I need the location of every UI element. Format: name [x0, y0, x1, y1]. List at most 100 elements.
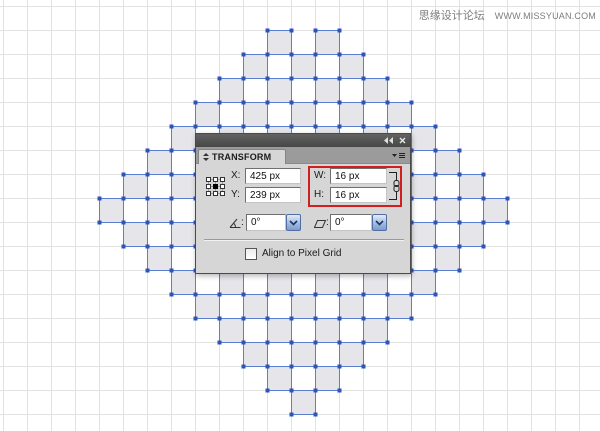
anchor-point[interactable]: [313, 28, 318, 33]
anchor-point[interactable]: [433, 268, 438, 273]
anchor-point[interactable]: [337, 52, 342, 57]
anchor-point[interactable]: [337, 124, 342, 129]
anchor-point[interactable]: [289, 292, 294, 297]
pattern-square[interactable]: [291, 294, 316, 319]
pattern-square[interactable]: [459, 174, 484, 199]
pattern-square[interactable]: [291, 102, 316, 127]
anchor-point[interactable]: [265, 52, 270, 57]
anchor-point[interactable]: [289, 364, 294, 369]
anchor-point[interactable]: [169, 124, 174, 129]
anchor-point[interactable]: [361, 100, 366, 105]
pattern-square[interactable]: [267, 366, 292, 391]
pattern-square[interactable]: [315, 366, 340, 391]
pattern-square[interactable]: [291, 390, 316, 415]
anchor-point[interactable]: [337, 364, 342, 369]
show-options-icon[interactable]: [203, 153, 209, 161]
anchor-point[interactable]: [121, 244, 126, 249]
pattern-square[interactable]: [243, 102, 268, 127]
anchor-point[interactable]: [433, 172, 438, 177]
anchor-point[interactable]: [433, 220, 438, 225]
pattern-square[interactable]: [315, 270, 340, 295]
anchor-point[interactable]: [385, 124, 390, 129]
pattern-square[interactable]: [435, 198, 460, 223]
pattern-square[interactable]: [315, 30, 340, 55]
anchor-point[interactable]: [337, 28, 342, 33]
rotate-dropdown-button[interactable]: [286, 214, 301, 231]
anchor-point[interactable]: [361, 52, 366, 57]
anchor-point[interactable]: [313, 76, 318, 81]
anchor-point[interactable]: [481, 172, 486, 177]
pattern-square[interactable]: [459, 222, 484, 247]
pattern-square[interactable]: [267, 270, 292, 295]
anchor-point[interactable]: [361, 364, 366, 369]
anchor-point[interactable]: [289, 124, 294, 129]
anchor-point[interactable]: [121, 196, 126, 201]
align-to-pixel-grid-checkbox[interactable]: [245, 248, 257, 260]
anchor-point[interactable]: [457, 148, 462, 153]
anchor-point[interactable]: [145, 148, 150, 153]
anchor-point[interactable]: [193, 316, 198, 321]
anchor-point[interactable]: [217, 340, 222, 345]
anchor-point[interactable]: [337, 292, 342, 297]
anchor-point[interactable]: [409, 100, 414, 105]
anchor-point[interactable]: [289, 316, 294, 321]
anchor-point[interactable]: [313, 388, 318, 393]
anchor-point[interactable]: [241, 316, 246, 321]
pattern-square[interactable]: [315, 78, 340, 103]
anchor-point[interactable]: [457, 268, 462, 273]
pattern-square[interactable]: [435, 246, 460, 271]
pattern-square[interactable]: [339, 342, 364, 367]
pattern-square[interactable]: [219, 318, 244, 343]
anchor-point[interactable]: [385, 100, 390, 105]
anchor-point[interactable]: [433, 244, 438, 249]
artboard-canvas[interactable]: 思缘设计论坛 WWW.MISSYUAN.COM TRANSFORM X: 425…: [0, 0, 600, 431]
pattern-square[interactable]: [171, 126, 196, 151]
anchor-point[interactable]: [193, 124, 198, 129]
anchor-point[interactable]: [265, 340, 270, 345]
anchor-point[interactable]: [169, 148, 174, 153]
anchor-point[interactable]: [433, 196, 438, 201]
anchor-point[interactable]: [241, 100, 246, 105]
x-position-field[interactable]: [245, 168, 301, 184]
anchor-point[interactable]: [313, 316, 318, 321]
anchor-point[interactable]: [289, 28, 294, 33]
anchor-point[interactable]: [337, 76, 342, 81]
pattern-square[interactable]: [291, 342, 316, 367]
anchor-point[interactable]: [217, 124, 222, 129]
anchor-point[interactable]: [337, 100, 342, 105]
pattern-square[interactable]: [483, 198, 508, 223]
anchor-point[interactable]: [121, 172, 126, 177]
anchor-point[interactable]: [193, 100, 198, 105]
pattern-square[interactable]: [243, 54, 268, 79]
anchor-point[interactable]: [97, 220, 102, 225]
anchor-point[interactable]: [457, 244, 462, 249]
anchor-point[interactable]: [241, 52, 246, 57]
anchor-point[interactable]: [289, 76, 294, 81]
anchor-point[interactable]: [217, 316, 222, 321]
anchor-point[interactable]: [289, 100, 294, 105]
anchor-point[interactable]: [361, 76, 366, 81]
anchor-point[interactable]: [265, 124, 270, 129]
height-field[interactable]: [330, 187, 387, 203]
anchor-point[interactable]: [457, 172, 462, 177]
pattern-square[interactable]: [219, 78, 244, 103]
anchor-point[interactable]: [313, 292, 318, 297]
anchor-point[interactable]: [289, 52, 294, 57]
anchor-point[interactable]: [169, 292, 174, 297]
pattern-square[interactable]: [339, 294, 364, 319]
pattern-square[interactable]: [243, 342, 268, 367]
anchor-point[interactable]: [337, 316, 342, 321]
anchor-point[interactable]: [457, 220, 462, 225]
pattern-square[interactable]: [171, 174, 196, 199]
anchor-point[interactable]: [409, 124, 414, 129]
pattern-square[interactable]: [267, 318, 292, 343]
pattern-square[interactable]: [411, 126, 436, 151]
pattern-square[interactable]: [339, 54, 364, 79]
anchor-point[interactable]: [481, 220, 486, 225]
anchor-point[interactable]: [289, 388, 294, 393]
pattern-square[interactable]: [387, 294, 412, 319]
pattern-square[interactable]: [267, 78, 292, 103]
anchor-point[interactable]: [241, 364, 246, 369]
anchor-point[interactable]: [241, 76, 246, 81]
anchor-point[interactable]: [193, 292, 198, 297]
